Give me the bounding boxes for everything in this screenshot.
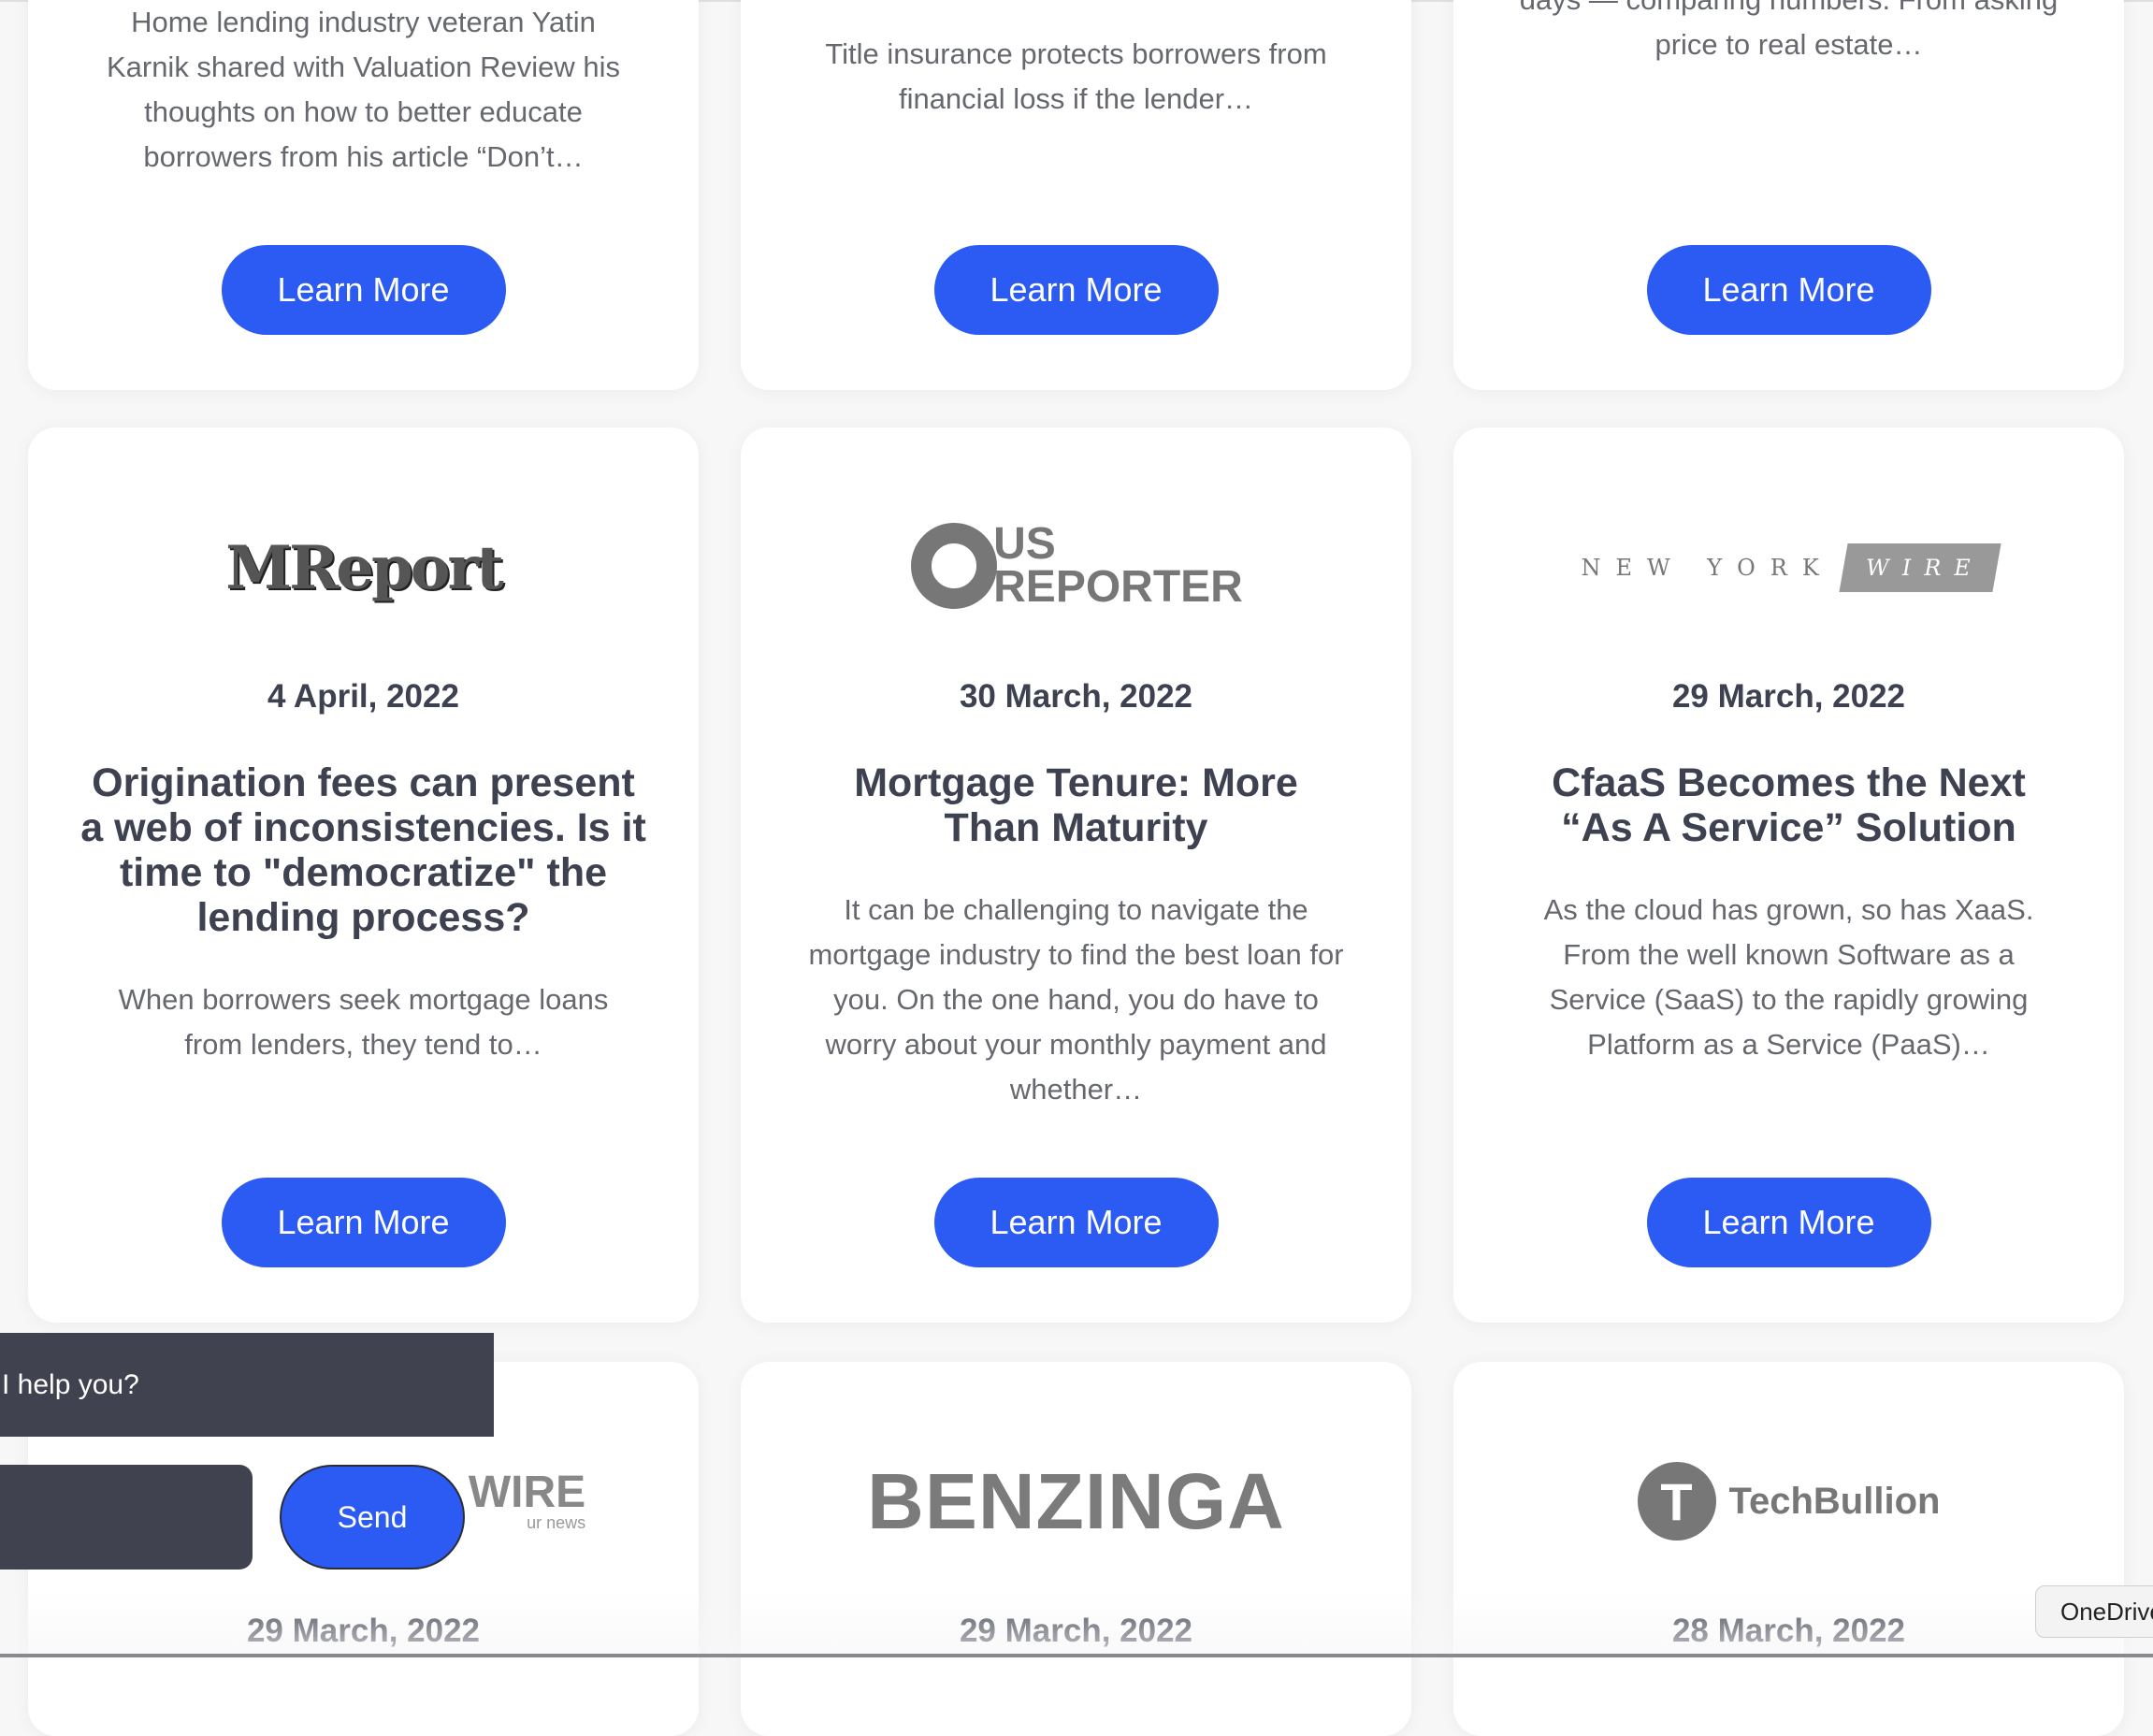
article-excerpt: days — comparing numbers. From asking pr… [1520,0,2058,61]
learn-more-button[interactable]: Learn More [933,245,1219,335]
learn-more-button[interactable]: Learn More [1646,245,1931,335]
article-date: 29 March, 2022 [246,1613,481,1649]
learn-more-button[interactable]: Learn More [933,1178,1219,1267]
article-card: Home lending industry veteran Yatin Karn… [28,0,699,390]
chat-prompt: I help you? [0,1333,494,1437]
article-date: 28 March, 2022 [1671,1613,1906,1649]
article-date: 29 March, 2022 [1671,678,1906,715]
new-york-wire-logo[interactable]: NEW YORK WIRE [1453,530,2124,605]
onedrive-badge[interactable]: OneDrive [2035,1585,2153,1638]
article-title[interactable]: Origination fees can present a web of in… [79,760,647,940]
article-card: BENZINGA 29 March, 2022 [741,1362,1411,1736]
techbullion-mark-icon: T [1637,1462,1716,1541]
learn-more-button[interactable]: Learn More [221,245,506,335]
article-title[interactable]: CfaaS Becomes the Next “As A Service” So… [1528,760,2049,850]
article-card: T TechBullion 28 March, 2022 [1453,1362,2124,1736]
us-reporter-logo[interactable]: US REPORTER [741,512,1411,619]
article-title[interactable]: Mortgage Tenure: More Than Maturity [834,760,1318,850]
article-excerpt: Title insurance protects borrowers from … [825,37,1327,115]
chat-send-button[interactable]: Send [280,1465,465,1570]
article-date: 4 April, 2022 [267,678,459,715]
article-date: 30 March, 2022 [959,678,1193,715]
article-card: Title insurance protects borrowers from … [741,0,1411,390]
learn-more-button[interactable]: Learn More [1646,1178,1931,1267]
article-excerpt: Home lending industry veteran Yatin Karn… [106,6,621,173]
article-excerpt: As the cloud has grown, so has XaaS. Fro… [1543,893,2034,1061]
article-excerpt: When borrowers seek mortgage loans from … [118,983,609,1061]
article-date: 29 March, 2022 [959,1613,1193,1649]
article-card: days — comparing numbers. From asking pr… [1453,0,2124,390]
article-card: MReport 4 April, 2022 Origination fees c… [28,427,699,1323]
article-excerpt: It can be challenging to navigate the mo… [808,893,1344,1106]
reporter-ring-icon [911,522,998,609]
benzinga-logo[interactable]: BENZINGA [741,1457,1411,1545]
article-card: US REPORTER 30 March, 2022 Mortgage Tenu… [741,427,1411,1323]
chat-message-input[interactable] [0,1465,253,1570]
mreport-logo[interactable]: MReport [28,521,699,615]
window-bottom-border [0,1654,2153,1657]
article-card: NEW YORK WIRE 29 March, 2022 CfaaS Becom… [1453,427,2124,1323]
techbullion-logo[interactable]: T TechBullion [1453,1459,2124,1543]
learn-more-button[interactable]: Learn More [221,1178,506,1267]
